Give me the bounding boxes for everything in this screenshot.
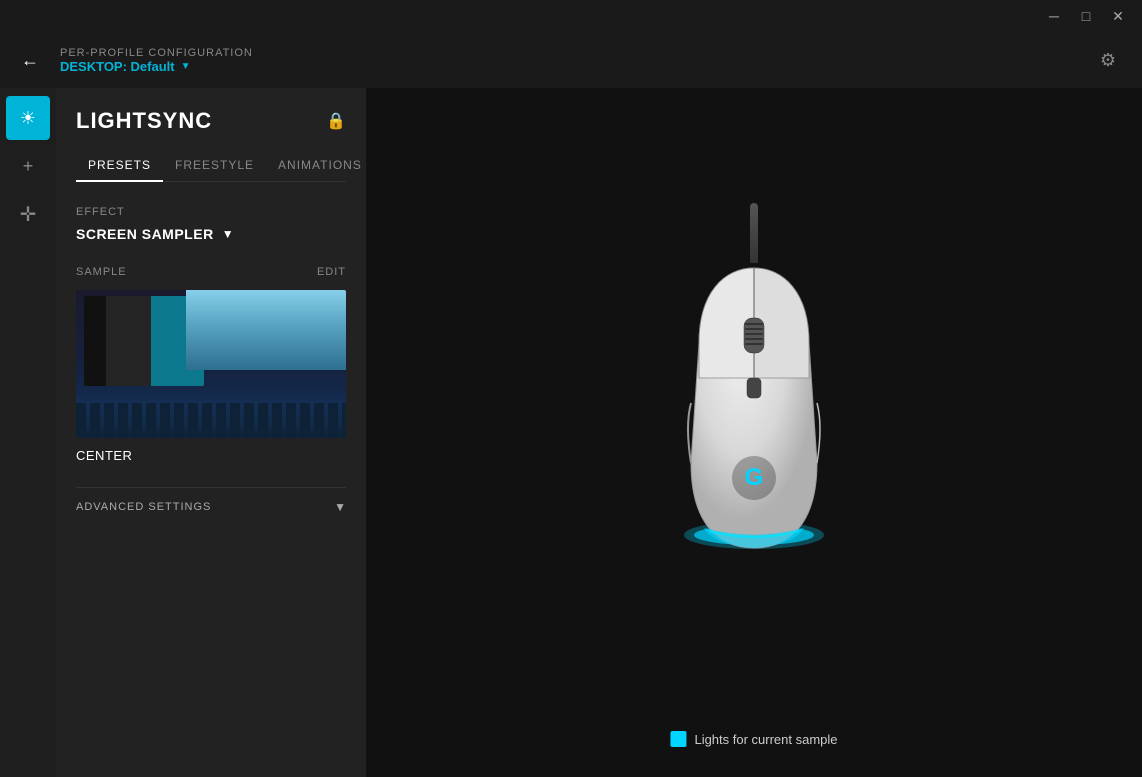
mouse-display: G [644,243,864,583]
mock-cityscape [76,393,346,438]
settings-button[interactable]: ⚙ [1090,42,1126,78]
sample-header: SAMPLE EDIT [76,266,346,278]
advanced-settings-header[interactable]: ADVANCED SETTINGS ▼ [76,500,346,514]
legend: Lights for current sample [670,731,837,747]
panel-header: LIGHTSYNC 🔒 [76,108,346,134]
lightsync-icon: ☀ [20,108,36,129]
maximize-button[interactable]: □ [1070,0,1102,32]
plus-icon: + [23,156,34,177]
effect-dropdown-arrow-icon: ▼ [222,227,234,241]
sample-label: SAMPLE [76,266,127,278]
advanced-title: ADVANCED SETTINGS [76,501,211,513]
mock-sky [186,290,346,370]
header-info: PER-PROFILE CONFIGURATION DESKTOP: Defau… [60,47,1074,74]
profile-name-text: DESKTOP: Default [60,59,175,74]
tab-animations[interactable]: ANIMATIONS [266,150,366,182]
back-button[interactable]: ← [16,46,44,74]
lock-icon: 🔒 [326,111,346,131]
effect-name: SCREEN SAMPLER [76,226,214,242]
mock-sidebar [84,296,106,386]
left-sidebar: ☀ + ✛ [0,88,56,777]
right-area: G Lights for current sample [366,88,1142,777]
mouse-body: G [669,263,839,563]
close-button[interactable]: ✕ [1102,0,1134,32]
mock-panel [106,296,151,386]
tab-presets[interactable]: PRESETS [76,150,163,182]
tab-freestyle[interactable]: FREESTYLE [163,150,266,182]
sample-preview [76,290,346,438]
profile-selector[interactable]: DESKTOP: Default ▼ [60,59,1074,74]
advanced-settings: ADVANCED SETTINGS ▼ [76,487,346,514]
profile-dropdown-arrow-icon: ▼ [181,61,191,72]
main-panel: LIGHTSYNC 🔒 PRESETS FREESTYLE ANIMATIONS… [56,88,366,777]
header: ← PER-PROFILE CONFIGURATION DESKTOP: Def… [0,32,1142,88]
per-profile-label: PER-PROFILE CONFIGURATION [60,47,1074,59]
edit-button[interactable]: EDIT [317,266,346,278]
effect-label: EFFECT [76,206,346,218]
panel-title: LIGHTSYNC [76,108,212,134]
sidebar-item-lightsync[interactable]: ☀ [6,96,50,140]
mouse-cable [750,203,758,263]
effect-dropdown[interactable]: SCREEN SAMPLER ▼ [76,226,346,242]
center-label: CENTER [76,448,346,463]
sidebar-item-move[interactable]: ✛ [6,192,50,236]
svg-text:G: G [745,464,764,491]
titlebar: ─ □ ✕ [0,0,1142,32]
legend-text: Lights for current sample [694,732,837,747]
screenshot-mockup [76,290,346,438]
sidebar-item-add[interactable]: + [6,144,50,188]
tabs-container: PRESETS FREESTYLE ANIMATIONS [76,150,346,182]
legend-color-swatch [670,731,686,747]
move-icon: ✛ [20,202,37,227]
minimize-button[interactable]: ─ [1038,0,1070,32]
chevron-down-icon: ▼ [334,500,346,514]
